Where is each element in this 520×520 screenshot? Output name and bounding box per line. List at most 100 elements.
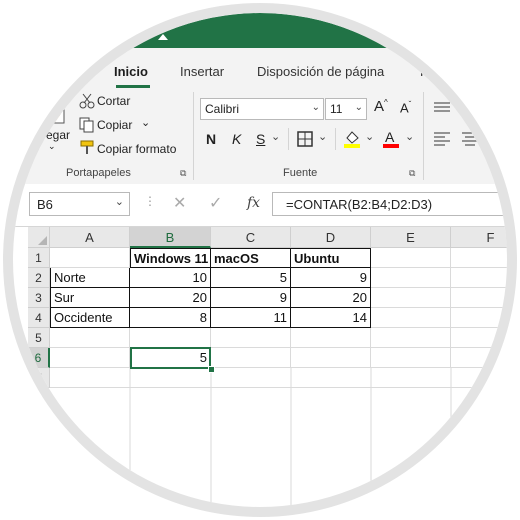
font-group-label: Fuente — [283, 167, 318, 179]
cell-c6[interactable] — [211, 348, 291, 368]
cell-a6[interactable] — [50, 348, 130, 368]
cell-e4[interactable] — [371, 308, 451, 328]
align-top-icon[interactable] — [433, 100, 451, 116]
column-header-f[interactable]: F — [451, 227, 507, 248]
fill-color-dropdown-icon[interactable]: ⌄ — [365, 130, 374, 143]
paste-label: Pegar — [38, 128, 71, 142]
cell-f1[interactable] — [451, 248, 507, 268]
cut-button[interactable]: Cortar — [97, 94, 130, 108]
cell-d4[interactable]: 14 — [291, 308, 371, 328]
tab-home[interactable]: Inicio — [114, 64, 148, 79]
insert-function-icon[interactable]: fx — [247, 195, 260, 211]
cell-c1[interactable]: macOS — [211, 248, 291, 268]
align-center-icon[interactable] — [461, 131, 479, 147]
font-launcher-icon[interactable]: ⧉ — [409, 168, 415, 179]
font-size-select[interactable]: 11 ⌄ — [325, 98, 367, 120]
cell-f6[interactable] — [451, 348, 507, 368]
row-header-3[interactable]: 3 — [28, 288, 50, 308]
cell-d2[interactable]: 9 — [291, 268, 371, 288]
column-header-b[interactable]: B — [130, 227, 211, 248]
borders-icon[interactable] — [297, 131, 313, 147]
cancel-entry-icon[interactable]: ✕ — [173, 193, 186, 213]
align-left-icon[interactable] — [433, 131, 451, 147]
row-header-4[interactable]: 4 — [28, 308, 50, 328]
cell-c2[interactable]: 5 — [211, 268, 291, 288]
cell-b2[interactable]: 10 — [130, 268, 211, 288]
font-color-dropdown-icon[interactable]: ⌄ — [405, 130, 414, 143]
underline-dropdown-icon[interactable]: ⌄ — [271, 130, 280, 143]
cell-b4[interactable]: 8 — [130, 308, 211, 328]
fill-handle[interactable] — [208, 366, 215, 373]
cell-f2[interactable] — [451, 268, 507, 288]
formula-input[interactable]: =CONTAR(B2:B4;D2:D3) — [272, 192, 507, 216]
decrease-font-size-button[interactable]: Aˇ — [400, 100, 411, 115]
excel-window: Inicio Insertar Disposición de página Fó… — [13, 13, 507, 507]
cell-c3[interactable]: 9 — [211, 288, 291, 308]
select-all-corner[interactable] — [28, 227, 50, 248]
cell-a4[interactable]: Occidente — [50, 308, 130, 328]
increase-font-size-button[interactable]: A^ — [374, 98, 388, 115]
copy-icon — [79, 117, 94, 133]
clipboard-icon — [39, 96, 65, 124]
cell-e1[interactable] — [371, 248, 451, 268]
formula-text: =CONTAR(B2:B4;D2:D3) — [286, 197, 433, 212]
row-header-1[interactable]: 1 — [28, 248, 50, 268]
copy-dropdown-icon[interactable]: ⌄ — [141, 116, 150, 129]
copy-button[interactable]: Copiar — [97, 118, 132, 132]
ribbon-divider — [423, 92, 424, 180]
tab-insert[interactable]: Insertar — [180, 64, 224, 79]
cell-a2[interactable]: Norte — [50, 268, 130, 288]
align-middle-icon[interactable] — [461, 100, 479, 116]
grid-lines — [50, 368, 507, 507]
cell-e2[interactable] — [371, 268, 451, 288]
row-header-5[interactable]: 5 — [28, 328, 50, 348]
cell-d3[interactable]: 20 — [291, 288, 371, 308]
cell-e6[interactable] — [371, 348, 451, 368]
cell-b1[interactable]: Windows 11 — [130, 248, 211, 268]
cell-d5[interactable] — [291, 328, 371, 348]
fill-color-swatch — [344, 144, 360, 148]
cell-a5[interactable] — [50, 328, 130, 348]
font-name-select[interactable]: Calibri ⌄ — [200, 98, 324, 120]
cell-a1[interactable] — [50, 248, 130, 268]
cell-d6[interactable] — [291, 348, 371, 368]
chevron-down-icon: ⌄ — [311, 102, 320, 113]
row-header-6[interactable]: 6 — [28, 348, 50, 368]
italic-button[interactable]: K — [232, 131, 241, 147]
ribbon-divider — [193, 92, 194, 180]
column-header-e[interactable]: E — [371, 227, 451, 248]
format-painter-button[interactable]: Copiar formato — [97, 142, 176, 156]
clipboard-launcher-icon[interactable]: ⧉ — [180, 168, 186, 179]
chevron-down-icon: ⌄ — [354, 102, 363, 113]
cell-e5[interactable] — [371, 328, 451, 348]
name-box-value: B6 — [37, 197, 53, 212]
tab-formulas[interactable]: Fó — [420, 64, 435, 79]
column-header-c[interactable]: C — [211, 227, 291, 248]
name-box[interactable]: B6 ⌄ — [29, 192, 130, 216]
cell-d1[interactable]: Ubuntu — [291, 248, 371, 268]
column-header-d[interactable]: D — [291, 227, 371, 248]
cell-e3[interactable] — [371, 288, 451, 308]
bold-button[interactable]: N — [206, 131, 216, 147]
row-header-2[interactable]: 2 — [28, 268, 50, 288]
cell-f3[interactable] — [451, 288, 507, 308]
font-color-icon[interactable]: A — [382, 129, 400, 149]
format-painter-icon — [80, 140, 94, 154]
cell-a3[interactable]: Sur — [50, 288, 130, 308]
cell-f5[interactable] — [451, 328, 507, 348]
cell-b5[interactable] — [130, 328, 211, 348]
column-header-a[interactable]: A — [50, 227, 130, 248]
cell-f4[interactable] — [451, 308, 507, 328]
cell-c4[interactable]: 11 — [211, 308, 291, 328]
screenshot-stage: Inicio Insertar Disposición de página Fó… — [0, 0, 520, 520]
tab-page-layout[interactable]: Disposición de página — [257, 64, 384, 79]
borders-dropdown-icon[interactable]: ⌄ — [318, 130, 327, 143]
fill-color-icon[interactable] — [343, 129, 361, 149]
cell-b3[interactable]: 20 — [130, 288, 211, 308]
cell-c5[interactable] — [211, 328, 291, 348]
paste-dropdown-icon[interactable]: ⌄ — [48, 141, 56, 152]
svg-text:A: A — [385, 129, 395, 145]
underline-button[interactable]: S — [256, 131, 265, 147]
confirm-entry-icon[interactable]: ✓ — [209, 193, 222, 213]
paste-button[interactable]: Pegar ⌄ — [32, 95, 72, 157]
